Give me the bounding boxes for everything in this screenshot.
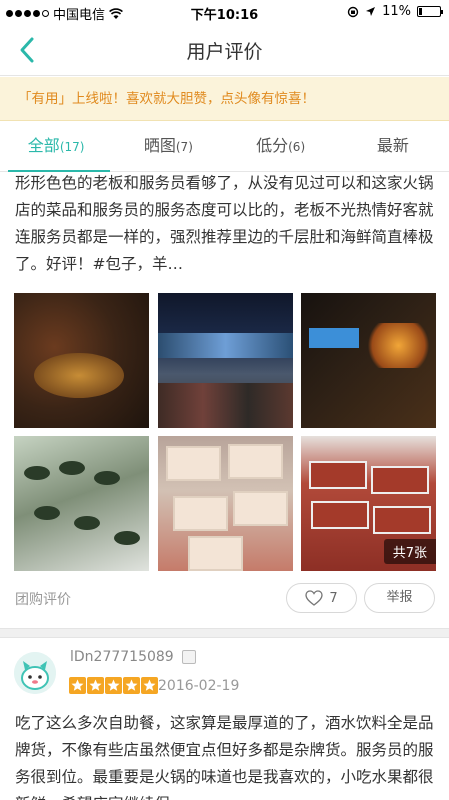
filter-tabs: 全部(17) 晒图(7) 低分(6) 最新 [0, 122, 449, 172]
star-icon [105, 677, 122, 694]
review-text[interactable]: 形形色色的老板和服务员看够了，从没有见过可以和这家火锅店的菜品和服务员的服务态度… [15, 170, 435, 278]
review-photo-storefront[interactable] [301, 293, 436, 428]
tab-label: 晒图 [143, 136, 176, 155]
tab-photos[interactable]: 晒图(7) [112, 122, 224, 171]
avatar[interactable] [14, 652, 56, 694]
tab-label: 全部 [27, 136, 60, 155]
nav-bar: 用户评价 [0, 24, 449, 76]
battery-label: 11% [382, 4, 411, 19]
star-icon [123, 677, 140, 694]
review-source-label: 团购评价 [15, 592, 71, 608]
tab-label: 低分 [256, 136, 289, 155]
like-button[interactable]: 7 [286, 583, 357, 613]
tab-latest[interactable]: 最新 [337, 122, 449, 171]
review-photo-shellfish[interactable] [14, 436, 149, 571]
photo-count-badge[interactable]: 共7张 [383, 539, 436, 564]
username-text: lDn277715089 [70, 649, 174, 665]
tab-low-score[interactable]: 低分(6) [225, 122, 337, 171]
review-photo-seafood-trays[interactable] [158, 436, 293, 571]
status-bar: 中国电信 下午10:16 11% [0, 0, 449, 24]
like-count: 7 [329, 590, 338, 606]
star-icon [141, 677, 158, 694]
review-photo-meat-trays[interactable]: 共7张 [301, 436, 436, 571]
page-title: 用户评价 [186, 41, 263, 63]
divider [0, 628, 449, 638]
report-button[interactable]: 举报 [364, 583, 435, 613]
review-photo-hotpot[interactable] [14, 293, 149, 428]
review-text[interactable]: 吃了这么多次自助餐，这家算是最厚道的了，酒水饮料全是品牌货，不像有些店虽然便宜点… [15, 710, 435, 800]
tab-label: 最新 [376, 136, 409, 155]
user-level-icon [181, 650, 196, 664]
tab-count: (7) [175, 140, 193, 154]
rating-stars [69, 677, 158, 694]
location-icon [366, 7, 376, 16]
tab-count: (17) [59, 140, 85, 154]
review-date: 2016-02-19 [158, 678, 240, 694]
tab-count: (6) [288, 140, 306, 154]
star-icon [69, 677, 86, 694]
username[interactable]: lDn277715089 [70, 649, 196, 665]
orientation-lock-icon [347, 6, 359, 17]
battery-icon [417, 6, 443, 17]
notice-banner[interactable]: 「有用」上线啦！喜欢就大胆赞，点头像有惊喜！ [0, 77, 449, 121]
tab-all[interactable]: 全部(17) [0, 122, 112, 172]
heart-icon [305, 590, 324, 606]
avatar-icon [14, 652, 56, 694]
review-photo-dining-hall[interactable] [158, 293, 293, 428]
star-icon [87, 677, 104, 694]
